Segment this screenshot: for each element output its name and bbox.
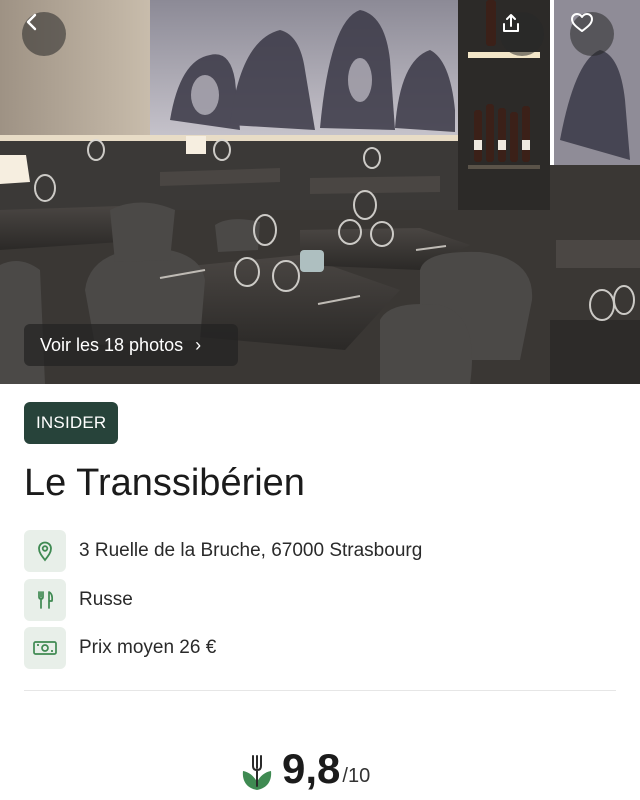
restaurant-name: Le Transsibérien — [24, 462, 305, 504]
chevron-right-icon: › — [195, 334, 202, 355]
chevron-left-icon — [26, 13, 37, 31]
insider-badge: INSIDER — [24, 402, 119, 444]
favorite-button[interactable] — [570, 12, 614, 56]
average-price-row: Prix moyen 26 € — [24, 627, 216, 669]
section-divider — [24, 690, 616, 691]
cuisine-text: Russe — [79, 589, 133, 610]
see-all-photos-label: Voir les 18 photos — [40, 334, 184, 355]
address-row[interactable]: 3 Ruelle de la Bruche, 67000 Strasbourg — [24, 530, 422, 572]
heart-icon — [571, 13, 593, 32]
share-icon — [503, 14, 519, 32]
restaurant-photo-gallery[interactable]: Voir les 18 photos › — [0, 0, 640, 384]
fork-knife-icon — [24, 579, 66, 621]
rating-scale: /10 — [342, 765, 371, 787]
address-text: 3 Ruelle de la Bruche, 67000 Strasbourg — [79, 540, 423, 561]
banknote-icon — [24, 627, 66, 669]
average-price-text: Prix moyen 26 € — [79, 637, 217, 658]
location-pin-icon — [24, 530, 66, 572]
back-button[interactable] — [22, 12, 66, 56]
share-button[interactable] — [500, 12, 544, 56]
insider-badge-label: INSIDER — [36, 413, 107, 432]
see-all-photos-button[interactable]: Voir les 18 photos › — [24, 324, 238, 366]
cuisine-row: Russe — [24, 579, 133, 621]
rating-summary[interactable]: 9,8 /10 — [240, 742, 370, 792]
fork-leaf-logo-icon — [242, 755, 272, 790]
rating-value: 9,8 — [282, 745, 341, 792]
